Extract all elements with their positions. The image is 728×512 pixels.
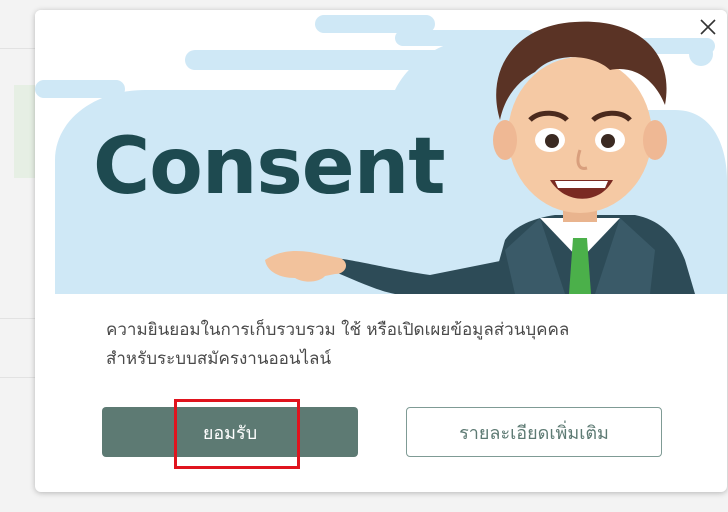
close-button[interactable]	[697, 16, 719, 38]
consent-message-line: สำหรับระบบสมัครงานออนไลน์	[106, 349, 332, 369]
background-divider	[0, 318, 40, 319]
more-details-button[interactable]: รายละเอียดเพิ่มเติม	[406, 407, 662, 457]
consent-message-line: ความยินยอมในการเก็บรวบรวม ใช้ หรือเปิดเผ…	[106, 320, 570, 340]
close-icon	[700, 19, 716, 35]
consent-title: Consent	[93, 122, 446, 212]
accept-button[interactable]: ยอมรับ	[102, 407, 358, 457]
more-details-button-label: รายละเอียดเพิ่มเติม	[459, 422, 609, 444]
consent-message: ความยินยอมในการเก็บรวบรวม ใช้ หรือเปิดเผ…	[106, 316, 686, 374]
accept-button-label: ยอมรับ	[202, 422, 258, 444]
background-divider	[0, 377, 40, 378]
consent-modal: Consent ความยินยอมในการเก็บรวบรวม ใช้ หร…	[35, 10, 727, 492]
background-divider	[0, 48, 40, 49]
